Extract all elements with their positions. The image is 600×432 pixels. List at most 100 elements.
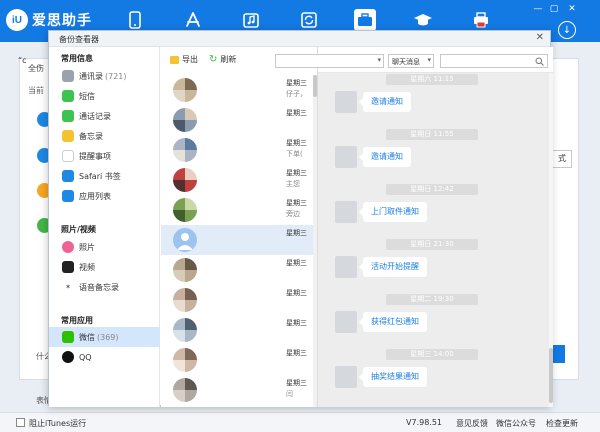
dialog-titlebar: 备份查看器 ✕ <box>49 31 550 47</box>
category-sidebar: 常用信息 通讯录 (721) 短信 通话记录 备忘录 提醒事项 Safari 书签… <box>49 47 160 407</box>
download-icon[interactable]: ↓ <box>558 21 576 39</box>
app-store-icon[interactable] <box>182 9 204 31</box>
music-icon[interactable] <box>240 9 262 31</box>
export-icon <box>170 55 179 64</box>
bg-quote-fragment: “c <box>18 56 27 65</box>
refresh-icon: ↻ <box>209 54 218 65</box>
contact-row[interactable]: 星期三 <box>161 345 317 375</box>
message-bubble[interactable]: 邀请通知 <box>359 147 411 167</box>
chat-scrollbar[interactable] <box>549 73 553 407</box>
message-bubble[interactable]: 活动开始提醒 <box>359 257 427 277</box>
phone-icon[interactable] <box>124 9 146 31</box>
sync-icon[interactable] <box>298 9 320 31</box>
sidebar-item-video[interactable]: 视频 <box>49 257 160 277</box>
message-timestamp: 星期日 12:42 <box>386 184 478 195</box>
sidebar-item-wechat[interactable]: 微信 (369) <box>49 327 160 347</box>
message-avatar <box>335 146 357 168</box>
contact-row[interactable]: 星期三 下单( <box>161 135 317 165</box>
avatar <box>173 198 197 222</box>
sidebar-item-calls[interactable]: 通话记录 <box>49 106 160 126</box>
dialog-title: 备份查看器 <box>59 35 99 44</box>
contact-day: 星期三 <box>286 349 307 357</box>
contact-day: 星期三 <box>286 169 307 177</box>
notes-icon <box>62 130 74 142</box>
contact-row[interactable]: 星期三 <box>161 405 317 407</box>
voice-memo-icon: ✶ <box>62 281 74 293</box>
chevron-down-icon: ▾ <box>377 56 381 64</box>
contact-row[interactable]: 星期三 <box>161 225 317 255</box>
logo-badge: iU <box>6 9 28 31</box>
sms-icon <box>62 90 74 102</box>
dialog-close-icon[interactable]: ✕ <box>536 32 544 43</box>
message-type-select[interactable]: 聊天消息 ▾ <box>388 54 434 68</box>
contact-row[interactable]: 星期三 主您 <box>161 165 317 195</box>
contacts-icon <box>62 70 74 82</box>
section-common-info: 常用信息 <box>61 54 93 63</box>
sidebar-item-qq[interactable]: QQ <box>49 347 160 367</box>
video-icon <box>62 261 74 273</box>
contact-row[interactable]: 星期三闫 <box>161 375 317 405</box>
contact-row[interactable]: 星期三 旁边 <box>161 195 317 225</box>
message-timestamp: 星期日 11:55 <box>386 129 478 140</box>
minimize-icon[interactable]: — <box>532 4 544 14</box>
toolbox-icon[interactable] <box>354 9 376 31</box>
chat-scroll-thumb[interactable] <box>549 348 553 403</box>
message-bubble[interactable]: 邀请通知 <box>359 92 411 112</box>
bg-left-fragment: 当前 <box>28 86 44 95</box>
search-input[interactable] <box>440 54 548 68</box>
avatar <box>173 348 197 372</box>
message-bubble[interactable]: 获得红包通知 <box>359 312 427 332</box>
contact-day: 星期三 <box>286 319 307 327</box>
contact-day: 星期三 <box>286 379 307 387</box>
contact-row[interactable]: 星期三 仔子， <box>161 75 317 105</box>
app-store-icon <box>62 190 74 202</box>
contact-list: 星期三 仔子， 星期三 星期三 下单(星期三 主您 星期三 旁边 星期三 星期三 星期三 星期三 星期三… <box>161 75 317 407</box>
app-logo: iU 爱思助手 <box>6 9 92 31</box>
message-bubble[interactable]: 抽奖结果通知 <box>359 367 427 387</box>
contact-day: 星期三 <box>286 199 307 207</box>
contact-select[interactable]: ▾ <box>275 54 384 68</box>
message-bubble[interactable]: 上门取件通知 <box>359 202 427 222</box>
contact-preview: 旁边 <box>286 210 300 218</box>
bg-right-fragment: 式 <box>552 150 572 168</box>
contact-row[interactable]: 星期三 <box>161 315 317 345</box>
contact-preview: 下单( <box>286 150 303 158</box>
bg-title-fragment: 全伤 <box>28 64 44 73</box>
sidebar-item-safari[interactable]: Safari 书签 <box>49 166 160 186</box>
message-avatar <box>335 311 357 333</box>
contact-preview: 主您 <box>286 180 300 188</box>
export-button[interactable]: 导出 <box>170 54 198 65</box>
close-icon[interactable]: ✕ <box>566 4 578 14</box>
message-timestamp: 星期六 11:15 <box>386 74 478 85</box>
refresh-button[interactable]: ↻ 刷新 <box>209 54 236 65</box>
qq-icon <box>62 351 74 363</box>
contact-row[interactable]: 星期三 <box>161 285 317 315</box>
sidebar-item-voice-memos[interactable]: ✶ 语音备忘录 <box>49 277 160 297</box>
contact-row[interactable]: 星期三 <box>161 105 317 135</box>
avatar <box>173 108 197 132</box>
sidebar-item-apps[interactable]: 应用列表 <box>49 186 160 206</box>
backup-viewer-dialog: 备份查看器 ✕ 常用信息 通讯录 (721) 短信 通话记录 备忘录 提醒事项 S… <box>48 30 553 407</box>
message-timestamp: 星期三 14:00 <box>386 349 478 360</box>
maximize-icon[interactable]: ▢ <box>548 4 560 14</box>
avatar <box>173 168 197 192</box>
graduation-cap-icon[interactable] <box>412 9 434 31</box>
sidebar-item-notes[interactable]: 备忘录 <box>49 126 160 146</box>
contact-preview: 闫 <box>286 390 293 398</box>
phone-icon <box>62 110 74 122</box>
sidebar-item-photos[interactable]: 照片 <box>49 237 160 257</box>
contact-row[interactable]: 星期三 <box>161 255 317 285</box>
section-photo-video: 照片/视频 <box>61 225 96 234</box>
feedback-link[interactable]: 意见反馈 <box>456 418 488 429</box>
sidebar-item-contacts[interactable]: 通讯录 (721) <box>49 66 160 86</box>
itunes-block-label: 阻止iTunes运行 <box>29 419 87 428</box>
printer-icon[interactable] <box>470 9 492 31</box>
wechat-icon <box>62 331 74 343</box>
safari-icon <box>62 170 74 182</box>
itunes-checkbox[interactable] <box>16 418 25 427</box>
sidebar-item-sms[interactable]: 短信 <box>49 86 160 106</box>
check-update-link[interactable]: 检查更新 <box>546 418 578 429</box>
wechat-link[interactable]: 微信公众号 <box>496 418 536 429</box>
sidebar-item-reminders[interactable]: 提醒事项 <box>49 146 160 166</box>
search-icon <box>535 57 544 66</box>
